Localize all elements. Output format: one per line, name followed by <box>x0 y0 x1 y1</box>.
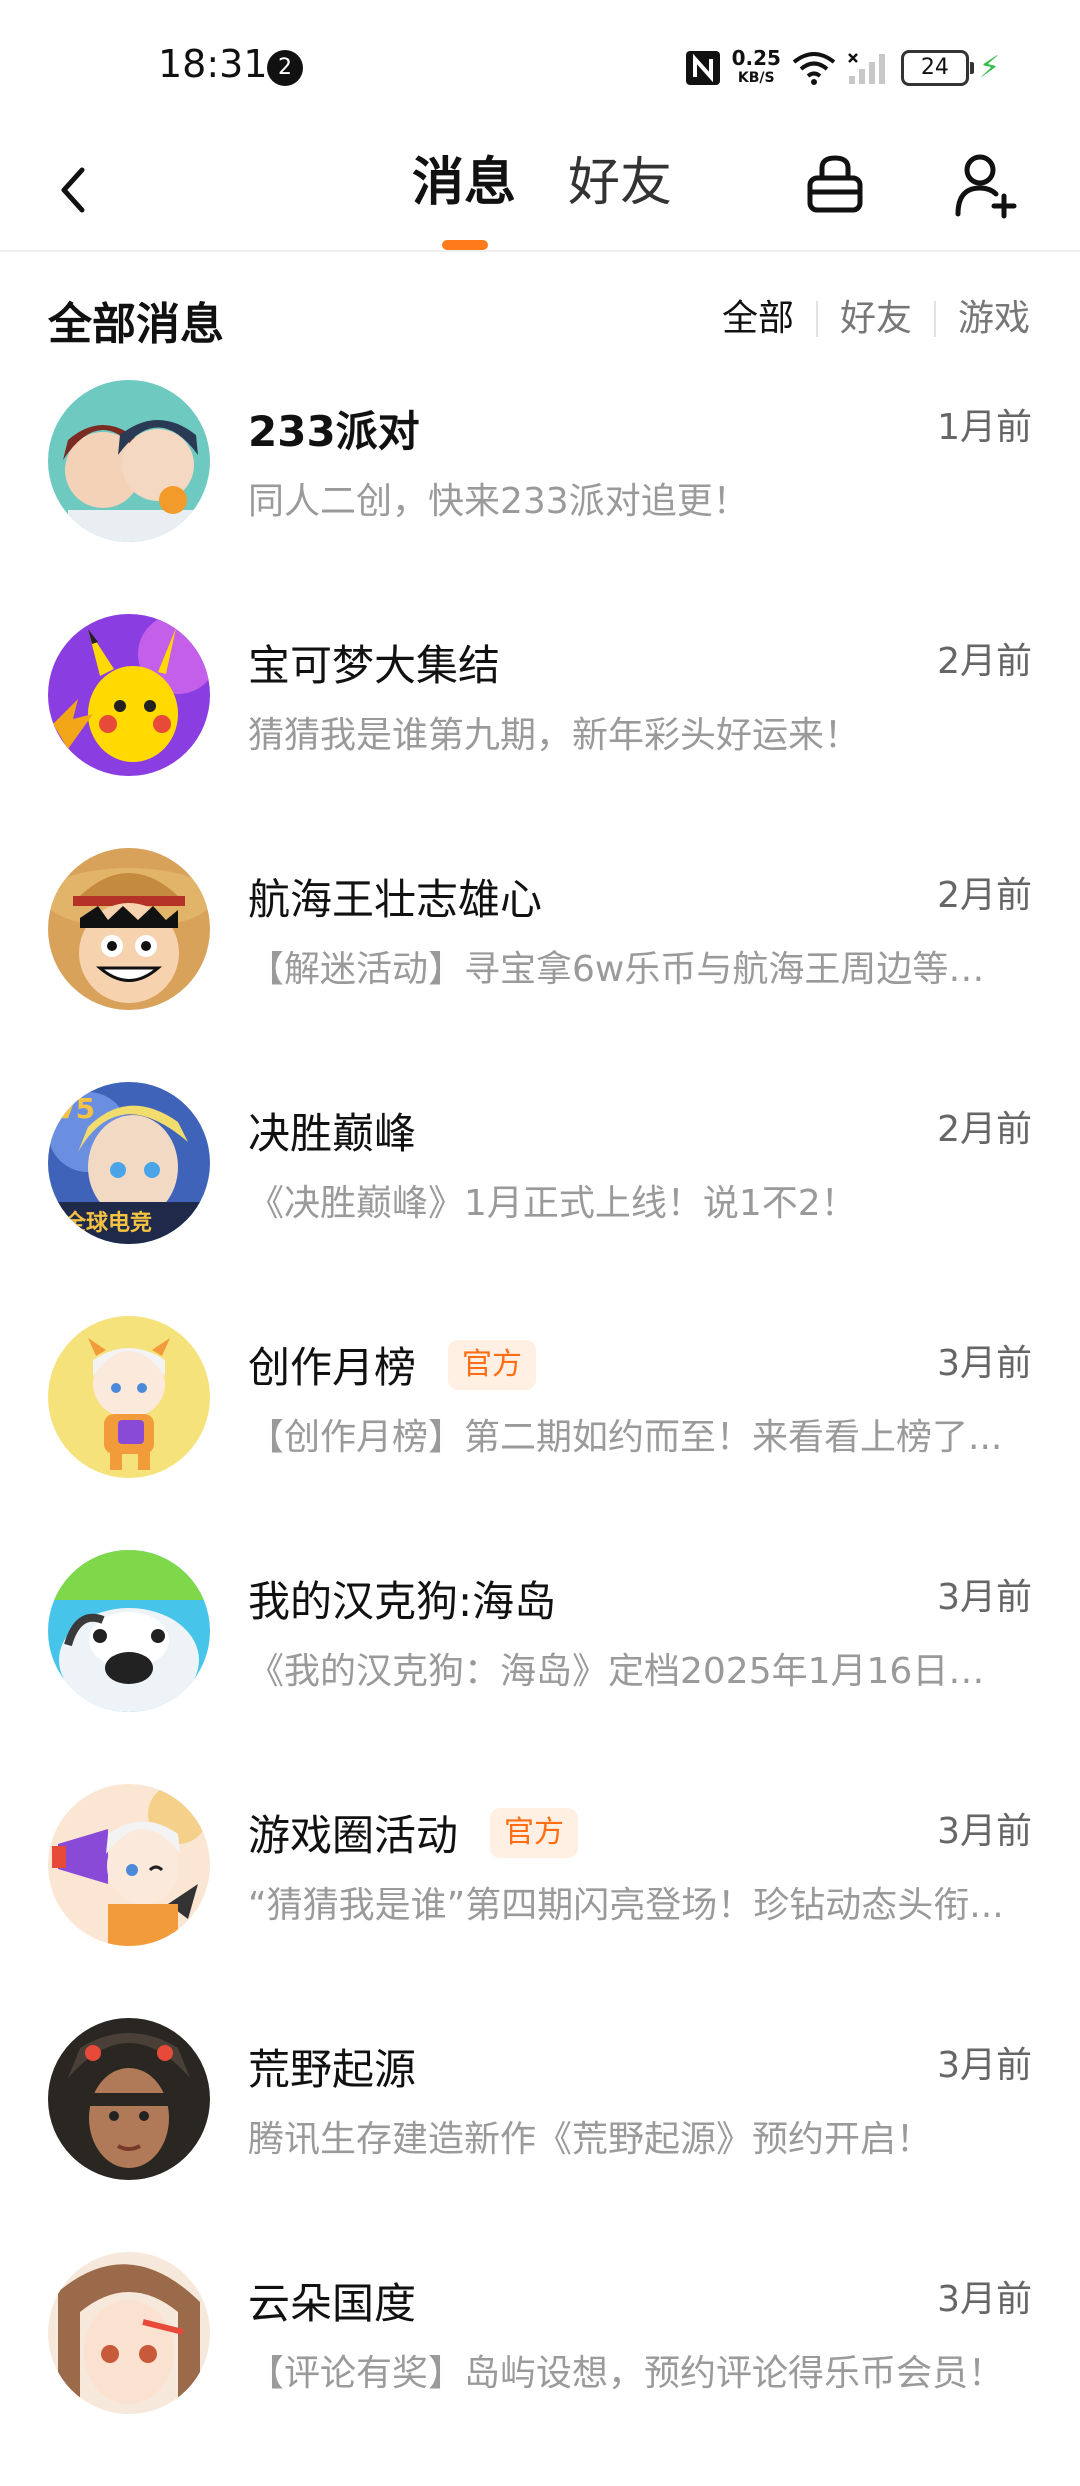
filter-all[interactable]: 全部 <box>700 294 816 344</box>
message-preview: “猜猜我是谁”第四期闪亮登场！珍钻动态头衔... <box>248 1885 1004 1926</box>
filter-friends[interactable]: 好友 <box>818 294 934 344</box>
message-item[interactable]: 荒野起源 3月前 腾讯生存建造新作《荒野起源》预约开启！ <box>0 2018 1080 2252</box>
message-title-text: 航海王壮志雄心 <box>248 875 543 924</box>
network-speed: 0.25 KB/S <box>732 48 781 88</box>
message-title: 游戏圈活动 官方 <box>248 1802 579 1863</box>
avatar <box>48 614 210 776</box>
message-list: 233派对 1月前 同人二创，快来233派对追更！ 宝可梦大集结 2月前 猜猜我… <box>0 380 1080 2486</box>
message-item[interactable]: 游戏圈活动 官方 3月前 “猜猜我是谁”第四期闪亮登场！珍钻动态头衔... <box>0 1784 1080 2018</box>
official-badge: 官方 <box>448 1339 537 1390</box>
battery-icon: 24 <box>900 50 974 86</box>
avatar: 全球电竞 V5 <box>48 1082 210 1244</box>
avatar <box>48 380 210 542</box>
message-item[interactable]: 我的汉克狗:海岛 3月前 《我的汉克狗：海岛》定档2025年1月16日上... <box>0 1550 1080 1784</box>
message-title-text: 游戏圈活动 <box>248 1811 459 1860</box>
svg-text:全球电竞: 全球电竞 <box>63 1210 152 1236</box>
back-button[interactable] <box>40 150 110 230</box>
message-preview: 《我的汉克狗：海岛》定档2025年1月16日上... <box>248 1651 1008 1692</box>
clean-basket-icon[interactable] <box>800 144 870 224</box>
filter-games[interactable]: 游戏 <box>936 294 1030 344</box>
message-title: 233派对 <box>248 398 420 459</box>
section-title: 全部消息 <box>48 299 224 350</box>
top-nav: 消息 好友 <box>0 130 1080 252</box>
message-time: 3月前 <box>937 1577 1032 1618</box>
message-time: 3月前 <box>937 1343 1032 1384</box>
avatar <box>48 1550 210 1712</box>
message-title-text: 创作月榜 <box>248 1343 417 1392</box>
message-title: 宝可梦大集结 <box>248 632 500 693</box>
charging-icon: ⚡ <box>978 50 1000 85</box>
message-preview: 【评论有奖】岛屿设想，预约评论得乐币会员！ <box>248 2353 1005 2394</box>
message-time: 2月前 <box>937 641 1032 682</box>
message-time: 3月前 <box>937 2279 1032 2320</box>
message-item[interactable]: 创作月榜 官方 3月前 【创作月榜】第二期如约而至！来看看上榜了... <box>0 1316 1080 1550</box>
message-item[interactable]: 宝可梦大集结 2月前 猜猜我是谁第九期，新年彩头好运来！ <box>0 614 1080 848</box>
svg-text:V5: V5 <box>54 1092 95 1125</box>
active-tab-indicator <box>442 240 488 250</box>
message-filter-bar: 全部消息 全部 好友 游戏 <box>0 280 1080 360</box>
avatar <box>48 848 210 1010</box>
message-preview: 【创作月榜】第二期如约而至！来看看上榜了... <box>248 1417 1003 1458</box>
notification-count-badge: 2 <box>267 50 303 86</box>
message-time: 3月前 <box>937 1811 1032 1852</box>
nfc-icon <box>685 51 720 85</box>
message-preview: 《决胜巅峰》1月正式上线！说1不2！ <box>248 1183 857 1224</box>
avatar <box>48 2018 210 2180</box>
message-preview: 同人二创，快来233派对追更！ <box>248 481 749 522</box>
message-preview: 猜猜我是谁第九期，新年彩头好运来！ <box>248 715 861 756</box>
message-title-text: 我的汉克狗:海岛 <box>248 1577 557 1626</box>
filter-group: 全部 好友 游戏 <box>700 294 1030 344</box>
message-title-text: 宝可梦大集结 <box>248 641 501 690</box>
message-title: 荒野起源 <box>248 2036 416 2097</box>
message-time: 1月前 <box>937 407 1032 448</box>
message-title-text: 荒野起源 <box>248 2045 417 2094</box>
network-speed-value: 0.25 <box>731 46 781 70</box>
status-icons: 0.25 KB/S 24 ⚡ <box>684 44 1000 92</box>
add-friend-icon[interactable] <box>950 144 1020 224</box>
tab-messages[interactable]: 消息 <box>412 148 516 218</box>
message-title-text: 云朵国度 <box>248 2279 417 2328</box>
message-item[interactable]: 全球电竞 V5 决胜巅峰 2月前 《决胜巅峰》1月正式上线！说1不2！ <box>0 1082 1080 1316</box>
message-preview: 【解迷活动】寻宝拿6w乐币与航海王周边等神... <box>248 949 1008 990</box>
message-item[interactable]: 233派对 1月前 同人二创，快来233派对追更！ <box>0 380 1080 614</box>
avatar <box>48 1316 210 1478</box>
message-time: 3月前 <box>937 2045 1032 2086</box>
message-item[interactable]: 云朵国度 3月前 【评论有奖】岛屿设想，预约评论得乐币会员！ <box>0 2252 1080 2486</box>
avatar <box>48 1784 210 1946</box>
status-time: 18:31 <box>158 42 268 86</box>
avatar <box>48 2252 210 2414</box>
message-item[interactable]: 航海王壮志雄心 2月前 【解迷活动】寻宝拿6w乐币与航海王周边等神... <box>0 848 1080 1082</box>
message-title: 我的汉克狗:海岛 <box>248 1568 556 1629</box>
official-badge: 官方 <box>490 1807 579 1858</box>
message-preview: 腾讯生存建造新作《荒野起源》预约开启！ <box>248 2119 933 2160</box>
tab-friends[interactable]: 好友 <box>568 148 672 218</box>
message-title: 创作月榜 官方 <box>248 1334 537 1395</box>
signal-icon <box>848 53 885 84</box>
message-title: 云朵国度 <box>248 2270 416 2331</box>
wifi-icon <box>792 52 836 85</box>
network-speed-unit: KB/S <box>737 70 775 86</box>
message-title: 航海王壮志雄心 <box>248 866 542 927</box>
message-time: 2月前 <box>937 1109 1032 1150</box>
status-bar: 18:31 2 0.25 KB/S 24 ⚡ <box>0 0 1080 130</box>
message-time: 2月前 <box>937 875 1032 916</box>
message-title-text: 决胜巅峰 <box>248 1109 417 1158</box>
message-title-text: 233派对 <box>248 407 420 456</box>
message-title: 决胜巅峰 <box>248 1100 416 1161</box>
